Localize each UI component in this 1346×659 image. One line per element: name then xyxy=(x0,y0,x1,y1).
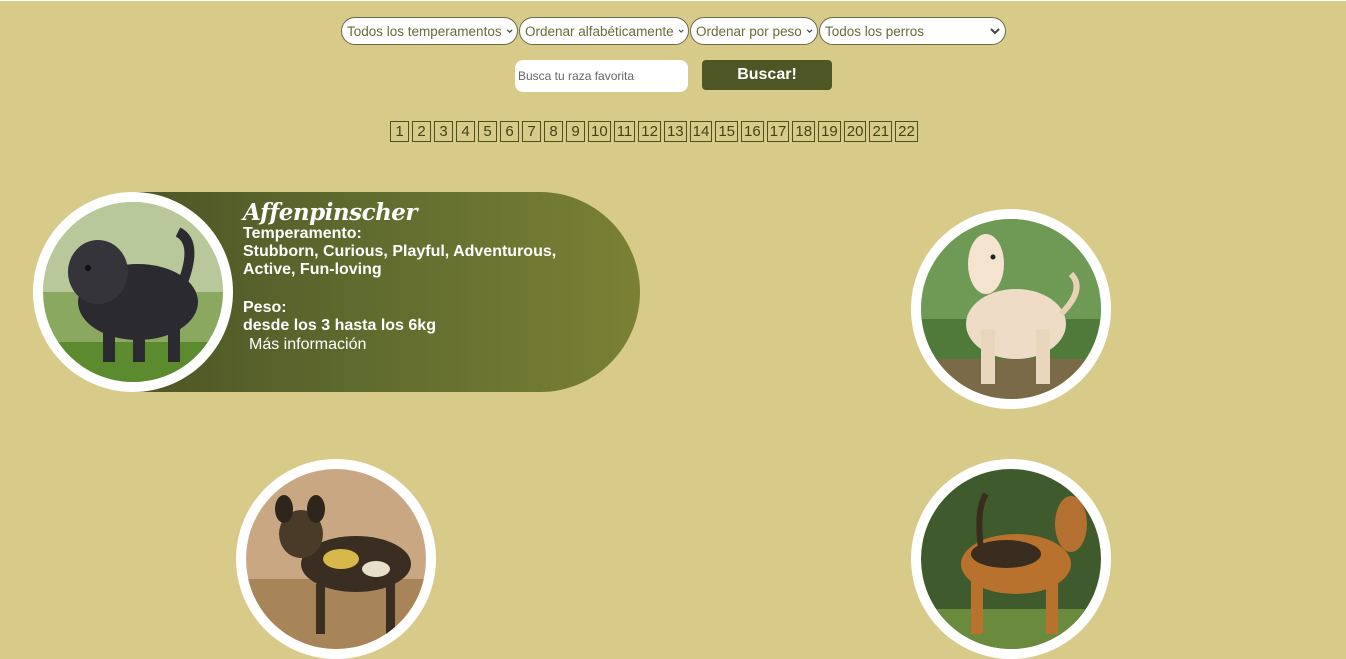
search-row: Buscar! xyxy=(515,60,832,92)
page-button-19[interactable]: 19 xyxy=(818,121,841,142)
page-button-16[interactable]: 16 xyxy=(741,121,764,142)
weight-order-value: Ordenar por peso xyxy=(696,23,802,39)
weight-label: Peso: xyxy=(243,299,287,317)
page-button-4[interactable]: 4 xyxy=(456,121,475,142)
page-button-3[interactable]: 3 xyxy=(434,121,453,142)
page-button-1[interactable]: 1 xyxy=(390,121,409,142)
filters-bar: Todos los temperamentos Ordenar alfabéti… xyxy=(341,17,1006,45)
weight-value: desde los 3 hasta los 6kg xyxy=(243,317,436,335)
page-button-5[interactable]: 5 xyxy=(478,121,497,142)
afghan-hound-photo xyxy=(921,219,1101,399)
temperament-value: Stubborn, Curious, Playful, Adventurous,… xyxy=(243,243,557,279)
page-button-15[interactable]: 15 xyxy=(715,121,739,142)
dog-card-airedale-terrier[interactable] xyxy=(911,459,1111,659)
african-wild-dog-photo xyxy=(246,469,426,649)
chevron-down-icon xyxy=(506,29,513,34)
chevron-down-icon xyxy=(806,29,813,34)
page-button-11[interactable]: 11 xyxy=(613,121,636,142)
page-button-8[interactable]: 8 xyxy=(544,121,563,142)
page-button-17[interactable]: 17 xyxy=(766,121,790,142)
page-button-6[interactable]: 6 xyxy=(500,121,519,142)
page-button-9[interactable]: 9 xyxy=(566,121,585,142)
dog-card-affenpinscher[interactable] xyxy=(33,192,233,392)
alphabetical-order-select[interactable]: Ordenar alfabéticamente xyxy=(519,17,689,45)
affenpinscher-photo xyxy=(43,202,223,382)
page-button-13[interactable]: 13 xyxy=(663,121,687,142)
temperament-select-value: Todos los temperamentos xyxy=(347,23,502,39)
page-button-21[interactable]: 21 xyxy=(869,121,893,142)
page-button-2[interactable]: 2 xyxy=(412,121,431,142)
search-input[interactable] xyxy=(515,60,688,92)
weight-order-select[interactable]: Ordenar por peso xyxy=(690,17,818,45)
dog-card-afghan-hound[interactable] xyxy=(911,209,1111,409)
dog-card-info: Affenpinscher Temperamento: Stubborn, Cu… xyxy=(243,200,573,355)
page-button-18[interactable]: 18 xyxy=(792,121,816,142)
pagination: 1 2 3 4 5 6 7 8 9 10 11 12 13 14 15 16 17 18 19 20 21 22 xyxy=(390,121,918,142)
dogs-source-select[interactable]: Todos los perros xyxy=(819,17,1006,45)
search-button[interactable]: Buscar! xyxy=(702,60,832,90)
temperament-label: Temperamento: xyxy=(243,225,362,243)
page-button-14[interactable]: 14 xyxy=(689,121,713,142)
chevron-down-icon xyxy=(990,28,1000,35)
temperament-select[interactable]: Todos los temperamentos xyxy=(341,17,518,45)
alphabetical-order-value: Ordenar alfabéticamente xyxy=(525,23,674,39)
page-button-7[interactable]: 7 xyxy=(522,121,541,142)
dogs-source-value: Todos los perros xyxy=(825,23,925,39)
dog-card-african-wild-dog[interactable] xyxy=(236,459,436,659)
page-button-12[interactable]: 12 xyxy=(638,121,661,142)
page-button-20[interactable]: 20 xyxy=(843,121,867,142)
page-button-10[interactable]: 10 xyxy=(588,121,611,142)
airedale-terrier-photo xyxy=(921,469,1101,649)
chevron-down-icon xyxy=(678,29,684,33)
dog-name: Affenpinscher xyxy=(243,199,418,226)
more-info-link[interactable]: Más información xyxy=(249,335,573,355)
page-button-22[interactable]: 22 xyxy=(895,121,918,142)
